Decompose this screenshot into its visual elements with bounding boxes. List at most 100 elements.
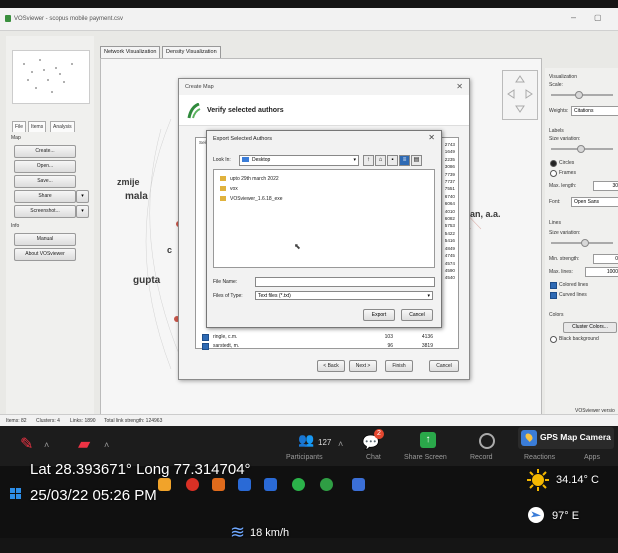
mute-mic-icon[interactable]: ✎ bbox=[20, 434, 33, 454]
overview-map[interactable] bbox=[12, 50, 90, 104]
finish-button[interactable]: Finish bbox=[385, 360, 413, 372]
manual-button[interactable]: Manual bbox=[14, 233, 76, 246]
vosviewer-app-icon bbox=[5, 15, 11, 22]
tab-density-visualization[interactable]: Density Visualization bbox=[162, 46, 221, 58]
stop-video-icon[interactable]: ▰ bbox=[78, 434, 90, 454]
details-view-icon[interactable]: ▤ bbox=[411, 155, 422, 166]
export-cancel-button[interactable]: Cancel bbox=[401, 309, 433, 321]
share-button[interactable]: Share bbox=[14, 190, 76, 203]
windows-start-icon[interactable] bbox=[10, 488, 22, 500]
chat-label[interactable]: Chat bbox=[366, 454, 381, 461]
max-length-input[interactable]: 30 bbox=[593, 181, 618, 191]
create-map-heading: Verify selected authors bbox=[207, 107, 284, 114]
new-folder-icon[interactable]: ▪ bbox=[387, 155, 398, 166]
cluster-colors-button[interactable]: Cluster Colors... bbox=[563, 322, 617, 333]
right-panel: Visualization Scale: Weights: Citations … bbox=[545, 68, 618, 414]
record-icon[interactable] bbox=[479, 433, 495, 449]
back-button[interactable]: < Back bbox=[317, 360, 345, 372]
list-view-icon[interactable]: ≡ bbox=[399, 155, 410, 166]
font-select[interactable]: Open Sans bbox=[571, 197, 618, 207]
table-row[interactable]: ringle, c.m. 103 4136 bbox=[199, 333, 454, 341]
citation-count: 5416 bbox=[444, 238, 455, 244]
heading-value: 97° E bbox=[552, 510, 580, 522]
tab-items[interactable]: Items bbox=[28, 121, 47, 132]
participants-icon[interactable]: 👥 bbox=[298, 432, 314, 448]
pan-zoom-control[interactable] bbox=[502, 70, 538, 120]
look-in-value: Desktop bbox=[252, 157, 271, 163]
label-size-slider-knob[interactable] bbox=[577, 145, 585, 153]
participants-chevron-icon[interactable]: ˄ bbox=[338, 439, 343, 449]
weights-select[interactable]: Citations bbox=[571, 106, 618, 116]
colored-lines-checkbox[interactable] bbox=[550, 282, 557, 289]
citation-count: 4574 bbox=[444, 260, 455, 266]
taskbar-app-icon[interactable] bbox=[158, 478, 171, 491]
author-documents: 96 bbox=[387, 343, 393, 349]
mic-options-chevron-icon[interactable]: ˄ bbox=[44, 440, 49, 450]
status-bar: Items: 82 Clusters: 4 Links: 1890 Total … bbox=[0, 414, 618, 426]
citation-count: 6082 bbox=[444, 216, 455, 222]
home-icon[interactable]: ⌂ bbox=[375, 155, 386, 166]
list-item[interactable]: upto 29th march 2022 bbox=[220, 176, 279, 182]
create-map-close-icon[interactable]: ✕ bbox=[456, 82, 463, 91]
taskbar-app-icon[interactable] bbox=[264, 478, 277, 491]
table-row[interactable]: sarstedt, m. 96 3819 bbox=[199, 342, 454, 350]
next-button[interactable]: Next > bbox=[349, 360, 377, 372]
open-button[interactable]: Open... bbox=[14, 160, 76, 173]
file-list[interactable]: upto 29th march 2022 vox VOSviewer_1.6.1… bbox=[213, 169, 435, 268]
video-options-chevron-icon[interactable]: ˄ bbox=[104, 440, 109, 450]
reactions-label[interactable]: Reactions bbox=[524, 454, 555, 461]
export-button[interactable]: Export bbox=[363, 309, 395, 321]
save-button[interactable]: Save... bbox=[14, 175, 76, 188]
export-close-icon[interactable]: ✕ bbox=[428, 133, 435, 142]
minimize-icon[interactable]: – bbox=[571, 12, 576, 22]
file-name-input[interactable] bbox=[255, 277, 435, 287]
list-item[interactable]: vox bbox=[220, 186, 238, 192]
file-type-select[interactable]: Text files (*.txt) ▾ bbox=[255, 291, 433, 300]
participants-label[interactable]: Participants bbox=[286, 454, 323, 461]
export-dialog-title: Export Selected Authors bbox=[213, 136, 273, 142]
maximize-icon[interactable]: ▢ bbox=[594, 13, 602, 22]
share-screen-icon[interactable]: ↑ bbox=[420, 432, 436, 448]
share-dropdown-icon[interactable]: ▾ bbox=[76, 190, 89, 203]
taskbar-app-icon[interactable] bbox=[292, 478, 305, 491]
lines-size-variation-label: Size variation: bbox=[549, 230, 581, 236]
taskbar-app-icon[interactable] bbox=[352, 478, 365, 491]
chevron-down-icon: ▾ bbox=[427, 293, 430, 299]
scale-slider-knob[interactable] bbox=[575, 91, 583, 99]
citation-count: 4540 bbox=[444, 275, 455, 281]
screenshot-dropdown-icon[interactable]: ▾ bbox=[76, 205, 89, 218]
list-item[interactable]: VOSviewer_1.6.18_exe bbox=[220, 196, 283, 202]
about-button[interactable]: About VOSviewer bbox=[14, 248, 76, 261]
file-name: upto 29th march 2022 bbox=[230, 176, 279, 182]
file-name: VOSviewer_1.6.18_exe bbox=[230, 196, 283, 202]
circles-radio[interactable] bbox=[550, 160, 557, 167]
scale-label: Scale: bbox=[549, 82, 563, 88]
min-strength-input[interactable]: 0 bbox=[593, 254, 618, 264]
max-lines-input[interactable]: 1000 bbox=[585, 267, 618, 277]
tab-network-visualization[interactable]: Network Visualization bbox=[100, 46, 161, 58]
line-size-slider-knob[interactable] bbox=[581, 239, 589, 247]
taskbar-app-icon[interactable] bbox=[186, 478, 199, 491]
visualization-section-label: Visualization bbox=[549, 74, 577, 80]
tab-file[interactable]: File bbox=[12, 121, 27, 132]
create-button[interactable]: Create... bbox=[14, 145, 76, 158]
black-background-radio[interactable] bbox=[550, 336, 557, 343]
taskbar-app-icon[interactable] bbox=[238, 478, 251, 491]
up-folder-icon[interactable]: ↑ bbox=[363, 155, 374, 166]
record-label[interactable]: Record bbox=[470, 454, 493, 461]
row-checkbox[interactable] bbox=[202, 334, 209, 341]
citation-count: 4745 bbox=[444, 253, 455, 259]
apps-label[interactable]: Apps bbox=[584, 454, 600, 461]
taskbar-app-icon[interactable] bbox=[320, 478, 333, 491]
share-screen-label[interactable]: Share Screen bbox=[404, 454, 447, 461]
curved-lines-checkbox[interactable] bbox=[550, 292, 557, 299]
screenshot-button[interactable]: Screenshot... bbox=[14, 205, 76, 218]
tab-analysis[interactable]: Analysis bbox=[50, 121, 75, 132]
status-links: Links: 1890 bbox=[70, 418, 96, 424]
cancel-button[interactable]: Cancel bbox=[429, 360, 459, 372]
look-in-select[interactable]: Desktop ▾ bbox=[239, 155, 359, 166]
gps-map-camera-badge: GPS Map Camera bbox=[518, 427, 614, 449]
row-checkbox[interactable] bbox=[202, 343, 209, 350]
taskbar-app-icon[interactable] bbox=[212, 478, 225, 491]
frames-radio[interactable] bbox=[550, 170, 557, 177]
